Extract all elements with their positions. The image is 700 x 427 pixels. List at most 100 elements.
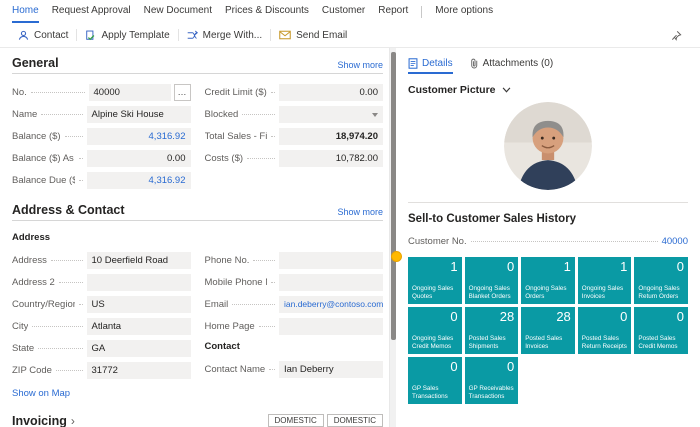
credit-limit-field[interactable]: 0.00 [279,84,383,101]
address2-field[interactable] [87,274,191,291]
cue-gp-receivables-transactions[interactable]: 0GP Receivables Transactions [465,357,519,404]
city-field[interactable]: Atlanta [87,318,191,335]
home-page-field[interactable] [279,318,383,335]
customer-no-link[interactable]: 40000 [662,236,688,247]
dotted-leader [38,348,82,349]
state-field[interactable]: GA [87,340,191,357]
address2-label: Address 2 [12,277,55,288]
contact-name-label: Contact Name [205,364,266,375]
name-field[interactable]: Alpine Ski House [87,106,191,123]
details-icon [408,58,418,69]
address-contact-section-title[interactable]: Address & Contact [12,203,125,217]
cue-ongoing-sales-blanket-orders[interactable]: 0Ongoing Sales Blanket Orders [465,257,519,304]
cue-posted-sales-credit-memos[interactable]: 0Posted Sales Credit Memos [634,307,688,354]
balance-due-label: Balance Due ($) [12,175,75,186]
dotted-leader [59,282,83,283]
dotted-leader [253,260,275,261]
details-tab-label: Details [422,58,453,69]
tile-label: Posted Sales Credit Memos [638,335,686,351]
dropdown-caret-icon [372,113,378,117]
contact-group-header: Contact [205,341,384,353]
factbox-divider [408,202,688,203]
address-group-header: Address [12,232,191,244]
contact-button[interactable]: Contact [10,28,76,43]
address-field[interactable]: 10 Deerfield Road [87,252,191,269]
balance-due-field[interactable]: 4,316.92 [87,172,191,189]
tile-label: Ongoing Sales Return Orders [638,285,686,301]
gen-bus-posting-group-badge[interactable]: DOMESTIC [268,414,324,427]
customer-posting-group-badge[interactable]: DOMESTIC [327,414,383,427]
tab-request-approval[interactable]: Request Approval [52,0,131,23]
cue-posted-sales-return-receipts[interactable]: 0Posted Sales Return Receipts [578,307,632,354]
ribbon-nav: Home Request Approval New Document Price… [0,0,700,23]
address-contact-show-more-link[interactable]: Show more [337,207,383,217]
tile-value: 1 [582,260,628,275]
send-email-label: Send Email [296,30,347,41]
pin-button[interactable] [663,28,690,43]
merge-with-button[interactable]: Merge With... [179,28,270,43]
balance-field[interactable]: 4,316.92 [87,128,191,145]
general-show-more-link[interactable]: Show more [337,60,383,70]
zip-code-label: ZIP Code [12,365,52,376]
merge-icon [187,30,198,41]
paperclip-icon [469,58,479,69]
cue-ongoing-sales-orders[interactable]: 1Ongoing Sales Orders [521,257,575,304]
phone-field[interactable] [279,252,383,269]
apply-template-button[interactable]: Apply Template [77,28,177,43]
cue-ongoing-sales-credit-memos[interactable]: 0Ongoing Sales Credit Memos [408,307,462,354]
tab-new-document[interactable]: New Document [144,0,212,23]
send-email-button[interactable]: Send Email [271,28,355,43]
notification-dot [391,251,402,262]
costs-field[interactable]: 10,782.00 [279,150,383,167]
customer-no-row: Customer No. 40000 [408,236,688,247]
tab-prices-discounts[interactable]: Prices & Discounts [225,0,309,23]
apply-template-icon [85,30,96,41]
balance-as-vendor-field[interactable]: 0.00 [87,150,191,167]
more-options-button[interactable]: More options [435,0,493,23]
email-field[interactable]: ian.deberry@contoso.com [279,296,383,313]
show-on-map-link[interactable]: Show on Map [12,388,70,399]
dotted-leader [271,282,275,283]
tile-value: 0 [638,260,684,275]
dotted-leader [79,304,83,305]
tab-report[interactable]: Report [378,0,408,23]
cue-posted-sales-shipments[interactable]: 28Posted Sales Shipments [465,307,519,354]
tab-attachments[interactable]: Attachments (0) [469,54,554,74]
state-label: State [12,343,34,354]
tile-label: Ongoing Sales Blanket Orders [469,285,517,301]
send-email-icon [279,30,291,40]
total-sales-label: Total Sales - Fisca... [205,131,268,142]
tab-customer[interactable]: Customer [322,0,365,23]
total-sales-field[interactable]: 18,974.20 [279,128,383,145]
cue-ongoing-sales-invoices[interactable]: 1Ongoing Sales Invoices [578,257,632,304]
tile-label: Ongoing Sales Credit Memos [412,335,460,351]
contact-label: Contact [34,30,68,41]
dotted-leader [232,304,275,305]
cue-gp-sales-transactions[interactable]: 0GP Sales Transactions [408,357,462,404]
customer-picture-header[interactable]: Customer Picture [408,84,688,96]
dotted-leader [79,180,83,181]
phone-label: Phone No. [205,255,250,266]
cue-posted-sales-invoices[interactable]: 28Posted Sales Invoices [521,307,575,354]
tile-value: 1 [412,260,458,275]
contact-name-field[interactable]: Ian Deberry [279,361,383,378]
country-region-field[interactable]: US [87,296,191,313]
zip-code-field[interactable]: 31772 [87,362,191,379]
no-field[interactable]: 40000 [89,84,171,101]
sales-history-title: Sell-to Customer Sales History [408,213,688,225]
mobile-phone-field[interactable] [279,274,383,291]
tab-home[interactable]: Home [12,0,39,23]
tab-details[interactable]: Details [408,54,453,74]
cue-ongoing-sales-quotes[interactable]: 1Ongoing Sales Quotes [408,257,462,304]
dotted-leader [32,326,82,327]
general-section-title[interactable]: General [12,56,59,70]
vertical-scrollbar[interactable] [389,48,396,427]
credit-limit-label: Credit Limit ($) [205,87,267,98]
tile-label: GP Sales Transactions [412,385,460,401]
invoicing-section-title[interactable]: Invoicing› [12,414,75,427]
blocked-field[interactable] [279,106,383,123]
assist-edit-button[interactable]: … [174,84,191,101]
dotted-leader [247,158,275,159]
dotted-leader [269,369,275,370]
cue-ongoing-sales-return-orders[interactable]: 0 Ongoing Sales Return Orders [634,257,688,304]
